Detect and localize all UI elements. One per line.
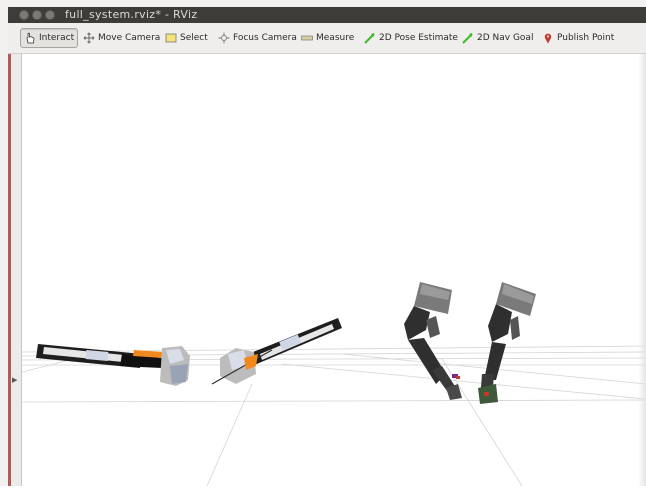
move-arrows-icon [82, 32, 95, 45]
nav-goal-tool-button[interactable]: 2D Nav Goal [458, 28, 536, 48]
interact-tool-label: Interact [39, 33, 75, 43]
measure-tool-label: Measure [316, 33, 355, 43]
ruler-icon [300, 32, 313, 45]
green-arrow-icon [363, 32, 376, 45]
left-panel-splitter[interactable]: ▶ [8, 54, 22, 486]
viewport-right-edge [638, 54, 646, 486]
green-arrow-icon [461, 32, 474, 45]
robot-right-a [404, 282, 462, 400]
select-tool-label: Select [180, 33, 208, 43]
move-camera-tool-label: Move Camera [98, 33, 161, 43]
ground-grid [21, 345, 646, 487]
measure-tool-button[interactable]: Measure [297, 28, 357, 48]
title-bar: full_system.rviz* - RViz [8, 7, 646, 23]
map-pin-icon [541, 32, 554, 45]
pose-estimate-tool-button[interactable]: 2D Pose Estimate [360, 28, 461, 48]
select-rectangle-icon [164, 32, 177, 45]
select-tool-button[interactable]: Select [161, 28, 211, 48]
render-3d-viewport[interactable] [21, 54, 646, 487]
focus-crosshair-icon [217, 32, 230, 45]
publish-point-tool-label: Publish Point [557, 33, 615, 43]
hand-pointer-icon [24, 32, 36, 45]
publish-point-tool-button[interactable]: Publish Point [538, 28, 617, 48]
tools-toolbar: Interact Move Camera Select Focus Camera [8, 23, 646, 54]
window-maximize-button[interactable] [45, 10, 55, 20]
robot-arm-left-b [211, 318, 342, 385]
focus-camera-tool-label: Focus Camera [233, 33, 297, 43]
expand-panel-arrow-icon[interactable]: ▶ [12, 376, 17, 384]
panel-border-accent [8, 54, 11, 486]
rviz-window: full_system.rviz* - RViz Interact Move C… [0, 0, 646, 487]
pose-estimate-tool-label: 2D Pose Estimate [379, 33, 458, 43]
window-title: full_system.rviz* - RViz [65, 8, 198, 21]
window-minimize-button[interactable] [32, 10, 42, 20]
move-camera-tool-button[interactable]: Move Camera [79, 28, 163, 48]
focus-camera-tool-button[interactable]: Focus Camera [214, 28, 300, 48]
scene-canvas [21, 282, 646, 487]
window-close-button[interactable] [19, 10, 29, 20]
nav-goal-tool-label: 2D Nav Goal [477, 33, 534, 43]
interact-tool-button[interactable]: Interact [20, 28, 78, 48]
